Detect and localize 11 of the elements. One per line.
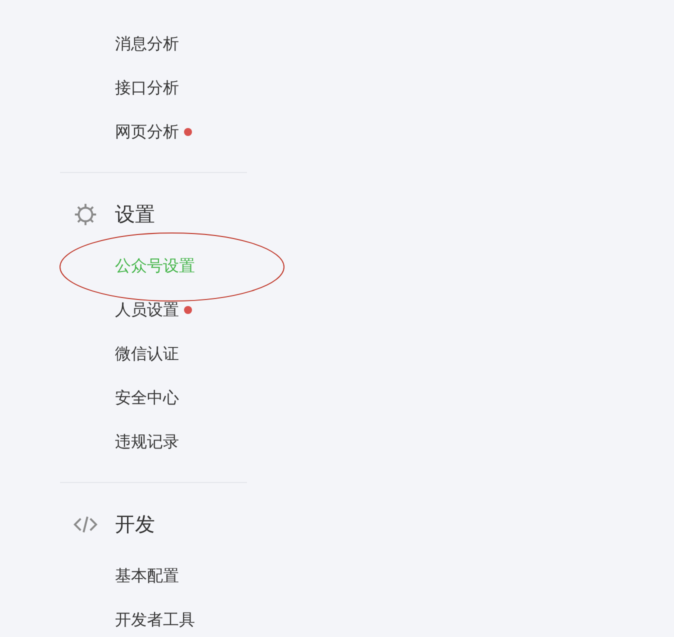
menu-item[interactable]: 消息分析 [115,34,179,54]
menu-item[interactable]: 微信认证 [115,344,179,364]
section-title: 设置 [115,200,155,228]
menu-item[interactable]: 网页分析 [115,122,179,142]
menu-item[interactable]: 安全中心 [115,388,179,408]
menu-item[interactable]: 开发者工具 [115,610,195,630]
menu-item[interactable]: 接口分析 [115,78,179,98]
menu-item[interactable]: 人员设置 [115,300,179,320]
menu-item[interactable]: 违规记录 [115,432,179,452]
section-title: 开发 [115,510,155,538]
menu-item[interactable]: 基本配置 [115,566,179,586]
